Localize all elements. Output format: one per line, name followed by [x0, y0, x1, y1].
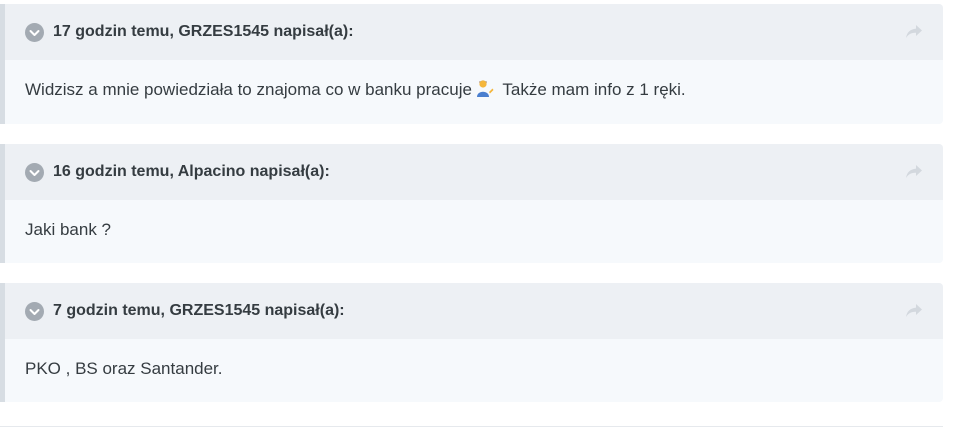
quote-text: Jaki bank ? — [25, 220, 111, 239]
quote-text: Widzisz a mnie powiedziała to znajoma co… — [25, 80, 472, 99]
divider — [0, 426, 943, 427]
share-arrow-icon[interactable] — [905, 24, 923, 40]
chevron-down-circle-icon[interactable] — [25, 163, 44, 182]
quote-body: Widzisz a mnie powiedziała to znajoma co… — [25, 60, 923, 124]
quote-header: 16 godzin temu, Alpacino napisał(a): — [5, 144, 943, 200]
quote-citation[interactable]: 16 godzin temu, Alpacino napisał(a): — [53, 144, 330, 200]
share-arrow-icon[interactable] — [905, 303, 923, 319]
quote-block: 17 godzin temu, GRZES1545 napisał(a): Wi… — [0, 4, 943, 124]
quote-body: PKO , BS oraz Santander. — [25, 339, 923, 399]
quote-block: 16 godzin temu, Alpacino napisał(a): Jak… — [0, 144, 943, 263]
quote-header: 7 godzin temu, GRZES1545 napisał(a): — [5, 283, 943, 339]
quote-citation[interactable]: 7 godzin temu, GRZES1545 napisał(a): — [53, 283, 345, 339]
quote-text-continued: Także mam info z 1 ręki. — [497, 80, 686, 99]
person-tipping-hand-emoji — [474, 62, 494, 97]
quote-header: 17 godzin temu, GRZES1545 napisał(a): — [5, 4, 943, 60]
chevron-down-circle-icon[interactable] — [25, 302, 44, 321]
quote-text: PKO , BS oraz Santander. — [25, 359, 223, 378]
share-arrow-icon[interactable] — [905, 164, 923, 180]
quote-block: 7 godzin temu, GRZES1545 napisał(a): PKO… — [0, 283, 943, 402]
quote-citation[interactable]: 17 godzin temu, GRZES1545 napisał(a): — [53, 4, 354, 60]
quote-body: Jaki bank ? — [25, 200, 923, 260]
chevron-down-circle-icon[interactable] — [25, 23, 44, 42]
